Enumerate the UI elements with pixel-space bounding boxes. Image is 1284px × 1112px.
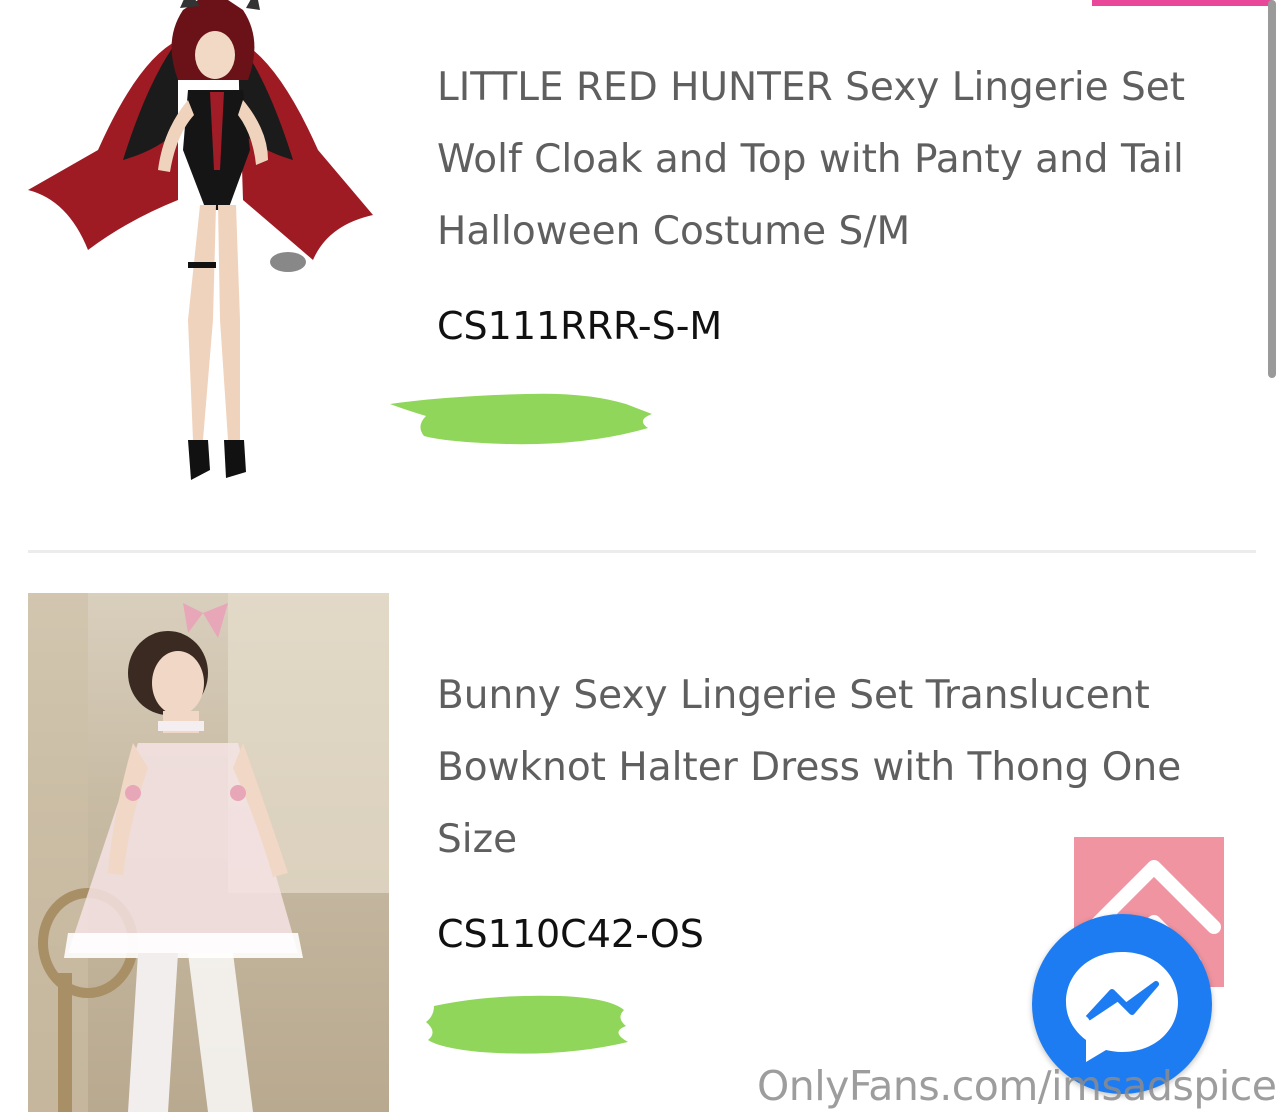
scrollbar-thumb[interactable] — [1268, 0, 1276, 378]
redaction-scribble — [390, 393, 652, 445]
product-image[interactable] — [28, 593, 389, 1112]
product-title-line[interactable]: LITTLE RED HUNTER Sexy Lingerie Set — [437, 65, 1185, 110]
product-title[interactable]: LITTLE RED HUNTER Sexy Lingerie Set Wolf… — [437, 52, 1217, 268]
product-title-line[interactable]: Halloween Costume S/M — [437, 209, 910, 254]
lingerie-photo-illustration — [28, 593, 389, 1112]
watermark-text: OnlyFans.com/imsadspice — [757, 1062, 1277, 1110]
costume-figure-illustration — [28, 0, 373, 480]
product-title-line[interactable]: Bowknot Halter Dress with Thong One — [437, 745, 1181, 790]
product-sku: CS111RRR-S-M — [437, 304, 723, 348]
product-sku: CS110C42-OS — [437, 912, 704, 956]
product-image[interactable] — [28, 0, 388, 520]
product-title-line[interactable]: Wolf Cloak and Top with Panty and Tail — [437, 137, 1184, 182]
scrollbar[interactable] — [1264, 0, 1284, 1112]
redaction-scribble — [426, 995, 628, 1054]
product-card[interactable]: LITTLE RED HUNTER Sexy Lingerie Set Wolf… — [0, 0, 1264, 552]
product-list-page: LITTLE RED HUNTER Sexy Lingerie Set Wolf… — [0, 0, 1284, 1112]
product-title-line[interactable]: Size — [437, 817, 517, 862]
product-title-line[interactable]: Bunny Sexy Lingerie Set Translucent — [437, 673, 1150, 718]
